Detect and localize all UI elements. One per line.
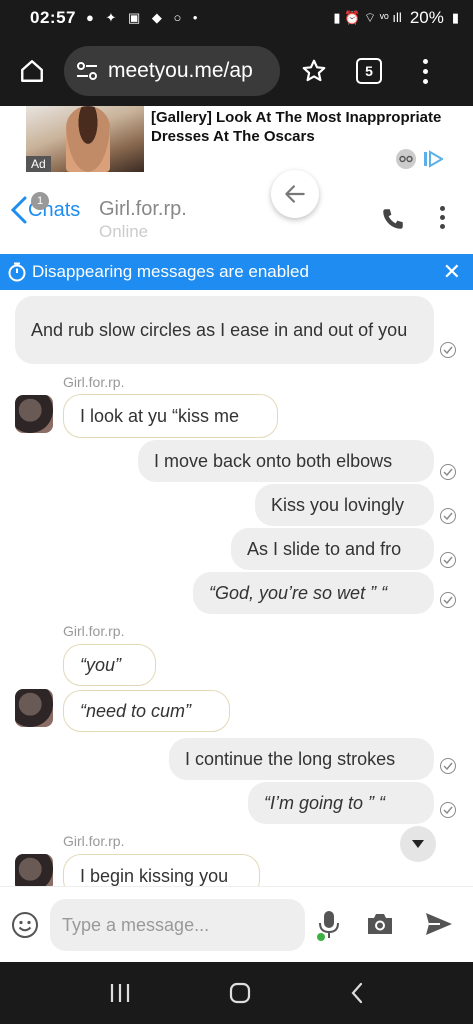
message-text: I continue the long strokes bbox=[185, 748, 396, 769]
sender-name: Girl.for.rp. bbox=[63, 623, 125, 639]
tune-icon[interactable] bbox=[76, 61, 98, 81]
status-time: 02:57 bbox=[30, 8, 76, 27]
emoji-icon[interactable] bbox=[11, 911, 39, 944]
adchoices-icon[interactable] bbox=[423, 150, 443, 168]
send-icon[interactable] bbox=[424, 911, 454, 942]
camera-icon[interactable] bbox=[366, 911, 394, 942]
message-composer bbox=[0, 886, 473, 962]
battery-level: 20% bbox=[409, 8, 444, 27]
recents-icon[interactable] bbox=[108, 982, 132, 1004]
message-text: “you” bbox=[80, 654, 122, 675]
check-icon bbox=[440, 508, 456, 524]
message-text: I move back onto both elbows bbox=[154, 450, 393, 471]
ad-privacy-icon[interactable] bbox=[395, 148, 417, 170]
message-bubble-incoming[interactable]: I look at yu “kiss me bbox=[63, 394, 278, 438]
check-icon bbox=[440, 464, 456, 480]
sender-name: Girl.for.rp. bbox=[63, 833, 125, 849]
timer-icon bbox=[8, 262, 26, 282]
message-bubble-incoming[interactable]: “need to cum” bbox=[63, 690, 230, 732]
chat-header: Chats 1 Girl.for.rp. Online bbox=[0, 182, 473, 254]
ad-label: Ad bbox=[26, 156, 51, 172]
contact-name[interactable]: Girl.for.rp. bbox=[99, 198, 187, 221]
message-bubble-outgoing[interactable]: “I’m going to ” “ bbox=[248, 782, 434, 824]
banner-text: Disappearing messages are enabled bbox=[32, 262, 309, 281]
avatar[interactable] bbox=[15, 395, 53, 433]
message-list[interactable]: And rub slow circles as I ease in and ou… bbox=[0, 290, 473, 886]
check-icon bbox=[440, 592, 456, 608]
message-bubble-incoming[interactable]: “you” bbox=[63, 644, 156, 686]
phone-icon[interactable] bbox=[380, 206, 406, 237]
message-text: As I slide to and fro bbox=[247, 538, 402, 559]
url-text: meetyou.me/ap bbox=[108, 59, 253, 82]
message-text: “God, you’re so wet ” “ bbox=[209, 582, 388, 603]
back-nav-icon[interactable] bbox=[349, 981, 365, 1005]
message-text: I look at yu “kiss me bbox=[80, 405, 240, 426]
notification-icons: ● ✦ ▣ ◆ ○ • bbox=[85, 10, 202, 25]
message-text: I begin kissing you bbox=[80, 865, 229, 886]
disappearing-messages-banner: Disappearing messages are enabled ✕ bbox=[0, 254, 473, 290]
more-vert-icon[interactable] bbox=[410, 51, 440, 91]
message-bubble-outgoing[interactable]: Kiss you lovingly bbox=[255, 484, 434, 526]
star-icon[interactable] bbox=[294, 51, 334, 91]
message-bubble-outgoing[interactable]: I continue the long strokes bbox=[169, 738, 434, 780]
avatar[interactable] bbox=[15, 689, 53, 727]
status-right: ▮ ⏰ ⌔ ᵛᵒ ıll 20% ▮ bbox=[333, 8, 459, 28]
message-bubble-incoming[interactable]: I begin kissing you bbox=[63, 854, 260, 886]
close-icon[interactable]: ✕ bbox=[443, 259, 461, 285]
chat-menu-icon[interactable] bbox=[440, 206, 445, 229]
message-text: And rub slow circles as I ease in and ou… bbox=[31, 319, 408, 340]
back-arrow-icon[interactable] bbox=[271, 170, 319, 218]
message-bubble-outgoing[interactable]: And rub slow circles as I ease in and ou… bbox=[15, 296, 434, 364]
message-bubble-outgoing[interactable]: As I slide to and fro bbox=[231, 528, 434, 570]
unread-badge: 1 bbox=[31, 192, 49, 210]
check-icon bbox=[440, 552, 456, 568]
sender-name: Girl.for.rp. bbox=[63, 374, 125, 390]
contact-status: Online bbox=[99, 222, 149, 241]
message-input[interactable] bbox=[50, 899, 305, 951]
check-icon bbox=[440, 802, 456, 818]
avatar[interactable] bbox=[15, 854, 53, 886]
check-icon bbox=[440, 758, 456, 774]
browser-toolbar: meetyou.me/ap 5 bbox=[0, 36, 473, 106]
check-icon bbox=[440, 342, 456, 358]
message-text: Kiss you lovingly bbox=[271, 494, 405, 515]
home-nav-icon[interactable] bbox=[228, 981, 252, 1005]
message-bubble-outgoing[interactable]: I move back onto both elbows bbox=[138, 440, 434, 482]
ad-title[interactable]: [Gallery] Look At The Most Inappropriate… bbox=[151, 108, 451, 146]
chevron-left-icon bbox=[10, 196, 27, 224]
ad-banner[interactable]: Ad [Gallery] Look At The Most Inappropri… bbox=[0, 106, 473, 182]
scroll-to-bottom-button[interactable] bbox=[400, 826, 436, 862]
signal-icon: ▮ ⏰ ⌔ ᵛᵒ ıll bbox=[333, 10, 402, 25]
battery-icon: ▮ bbox=[451, 10, 459, 25]
system-nav-bar bbox=[0, 962, 473, 1024]
message-text: “I’m going to ” “ bbox=[264, 792, 386, 813]
tabs-icon[interactable]: 5 bbox=[356, 58, 382, 84]
address-bar[interactable]: meetyou.me/ap bbox=[64, 46, 280, 96]
home-icon[interactable] bbox=[10, 49, 54, 93]
message-bubble-outgoing[interactable]: “God, you’re so wet ” “ bbox=[193, 572, 434, 614]
message-text: “need to cum” bbox=[80, 700, 192, 721]
chevron-down-icon bbox=[412, 840, 424, 848]
ad-choices[interactable] bbox=[395, 148, 443, 170]
mic-icon[interactable] bbox=[316, 909, 342, 946]
status-bar: 02:57 ● ✦ ▣ ◆ ○ • ▮ ⏰ ⌔ ᵛᵒ ıll 20% ▮ bbox=[0, 0, 473, 36]
